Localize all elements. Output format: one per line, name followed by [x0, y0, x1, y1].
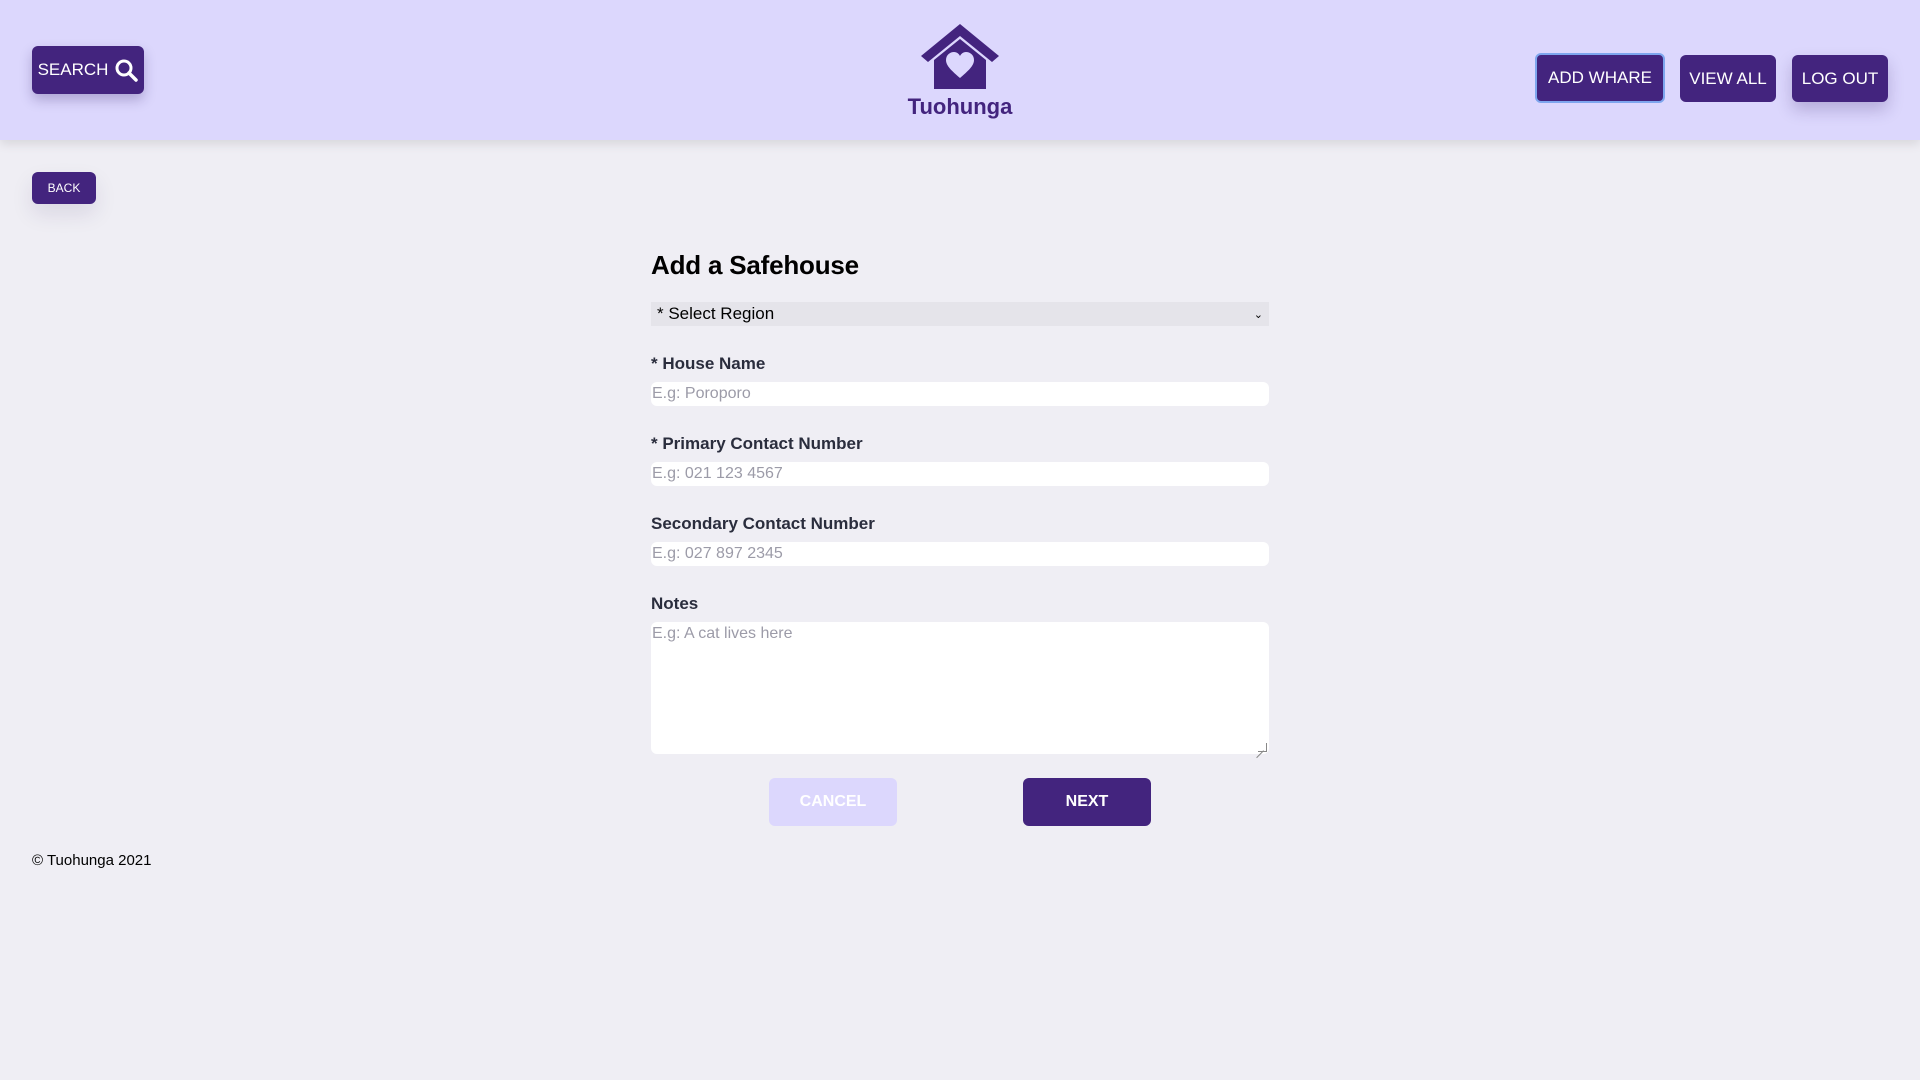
resize-handle-icon[interactable]	[1258, 743, 1267, 752]
search-icon	[115, 59, 139, 82]
primary-contact-label: * Primary Contact Number	[651, 434, 863, 453]
notes-textarea[interactable]: E.g: A cat lives here	[651, 622, 1269, 754]
house-name-label: * House Name	[651, 354, 766, 373]
footer-copyright: © Tuohunga 2021	[32, 852, 152, 869]
view-all-button[interactable]: VIEW ALL	[1680, 55, 1776, 102]
house-heart-icon	[921, 24, 999, 89]
secondary-contact-placeholder: E.g: 027 897 2345	[652, 545, 783, 562]
brand-logo[interactable]: Tuohunga	[907, 20, 1013, 120]
chevron-down-icon: ⌄	[1253, 308, 1263, 321]
primary-contact-placeholder: E.g: 021 123 4567	[652, 465, 783, 482]
notes-label: Notes	[651, 594, 699, 613]
house-name-placeholder: E.g: Poroporo	[652, 385, 751, 402]
log-out-button[interactable]: LOG OUT	[1792, 55, 1888, 102]
search-button-label: SEARCH	[37, 60, 109, 79]
region-select-value: * Select Region	[657, 304, 775, 323]
next-button[interactable]: NEXT	[1023, 778, 1151, 826]
notes-placeholder: E.g: A cat lives here	[652, 625, 793, 642]
page-title: Add a Safehouse	[651, 250, 859, 280]
back-button[interactable]: BACK	[32, 172, 96, 204]
add-whare-button[interactable]: ADD WHARE	[1535, 53, 1665, 103]
secondary-contact-input[interactable]: E.g: 027 897 2345	[651, 542, 1269, 566]
form-actions: CANCEL NEXT	[651, 778, 1269, 858]
house-name-input[interactable]: E.g: Poroporo	[651, 382, 1269, 406]
add-safehouse-form: Add a Safehouse * Select Region ⌄ * Hous…	[651, 250, 1269, 858]
top-header: SEARCH Tuohunga ADD WHARE VIEW ALL LOG O…	[0, 0, 1920, 140]
search-button[interactable]: SEARCH	[32, 46, 144, 94]
secondary-contact-label: Secondary Contact Number	[651, 514, 875, 533]
cancel-button[interactable]: CANCEL	[769, 778, 897, 826]
brand-name: Tuohunga	[907, 94, 1013, 119]
primary-contact-input[interactable]: E.g: 021 123 4567	[651, 462, 1269, 486]
region-select[interactable]: * Select Region ⌄	[651, 302, 1269, 326]
